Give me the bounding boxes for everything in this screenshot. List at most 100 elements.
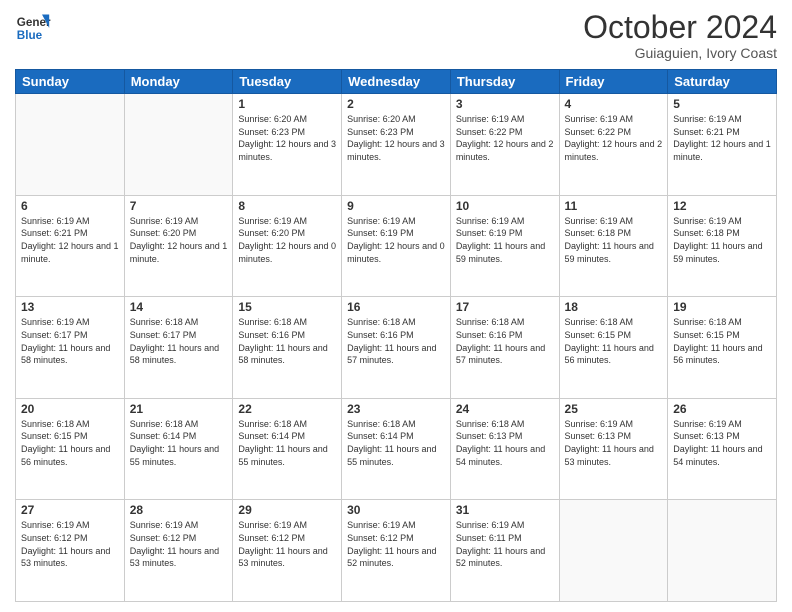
day-number: 1 [238,97,336,111]
day-info: Sunrise: 6:19 AM Sunset: 6:13 PM Dayligh… [673,418,771,468]
day-info: Sunrise: 6:19 AM Sunset: 6:17 PM Dayligh… [21,316,119,366]
day-number: 24 [456,402,554,416]
calendar-week-4: 20Sunrise: 6:18 AM Sunset: 6:15 PM Dayli… [16,398,777,500]
day-info: Sunrise: 6:19 AM Sunset: 6:22 PM Dayligh… [456,113,554,163]
day-info: Sunrise: 6:18 AM Sunset: 6:13 PM Dayligh… [456,418,554,468]
calendar-cell: 30Sunrise: 6:19 AM Sunset: 6:12 PM Dayli… [342,500,451,602]
day-number: 7 [130,199,228,213]
day-number: 8 [238,199,336,213]
day-number: 12 [673,199,771,213]
day-number: 22 [238,402,336,416]
calendar-cell: 21 Sunrise: 6:18 AM Sunset: 6:14 PM Dayli… [124,398,233,500]
calendar-cell: 22Sunrise: 6:18 AM Sunset: 6:14 PM Dayli… [233,398,342,500]
title-area: October 2024 Guiaguien, Ivory Coast [583,10,777,61]
col-wednesday: Wednesday [342,70,451,94]
day-number: 31 [456,503,554,517]
header-row: Sunday Monday Tuesday Wednesday Thursday… [16,70,777,94]
day-number: 4 [565,97,663,111]
day-number: 3 [456,97,554,111]
calendar-week-2: 6 Sunrise: 6:19 AM Sunset: 6:21 PM Daylig… [16,195,777,297]
day-number: 29 [238,503,336,517]
day-number: 16 [347,300,445,314]
day-number: 9 [347,199,445,213]
calendar-cell: 18 Sunrise: 6:18 AM Sunset: 6:15 PM Dayli… [559,297,668,399]
calendar-cell: 23 Sunrise: 6:18 AM Sunset: 6:14 PM Dayli… [342,398,451,500]
logo-icon: General Blue [15,10,51,46]
day-number: 13 [21,300,119,314]
calendar-cell: 2 Sunrise: 6:20 AM Sunset: 6:23 PM Daylig… [342,94,451,196]
day-number: 14 [130,300,228,314]
day-info: Sunrise: 6:19 AM Sunset: 6:18 PM Dayligh… [673,215,771,265]
calendar-cell: 31 Sunrise: 6:19 AM Sunset: 6:11 PM Dayli… [450,500,559,602]
calendar-cell: 19Sunrise: 6:18 AM Sunset: 6:15 PM Dayli… [668,297,777,399]
calendar-cell: 16 Sunrise: 6:18 AM Sunset: 6:16 PM Dayli… [342,297,451,399]
day-info: Sunrise: 6:19 AM Sunset: 6:20 PM Dayligh… [130,215,228,265]
svg-text:Blue: Blue [17,29,43,42]
logo: General Blue [15,10,51,46]
calendar-cell: 20Sunrise: 6:18 AM Sunset: 6:15 PM Dayli… [16,398,125,500]
day-info: Sunrise: 6:18 AM Sunset: 6:14 PM Dayligh… [130,418,228,468]
col-tuesday: Tuesday [233,70,342,94]
day-info: Sunrise: 6:18 AM Sunset: 6:15 PM Dayligh… [565,316,663,366]
day-number: 23 [347,402,445,416]
day-number: 25 [565,402,663,416]
month-title: October 2024 [583,10,777,45]
day-number: 5 [673,97,771,111]
day-info: Sunrise: 6:18 AM Sunset: 6:14 PM Dayligh… [347,418,445,468]
day-info: Sunrise: 6:19 AM Sunset: 6:21 PM Dayligh… [673,113,771,163]
calendar-week-3: 13 Sunrise: 6:19 AM Sunset: 6:17 PM Dayli… [16,297,777,399]
day-info: Sunrise: 6:20 AM Sunset: 6:23 PM Dayligh… [238,113,336,163]
day-number: 21 [130,402,228,416]
day-info: Sunrise: 6:18 AM Sunset: 6:16 PM Dayligh… [456,316,554,366]
day-number: 30 [347,503,445,517]
header: General Blue October 2024 Guiaguien, Ivo… [15,10,777,61]
calendar-cell: 9 Sunrise: 6:19 AM Sunset: 6:19 PM Daylig… [342,195,451,297]
day-info: Sunrise: 6:19 AM Sunset: 6:22 PM Dayligh… [565,113,663,163]
calendar-cell: 24 Sunrise: 6:18 AM Sunset: 6:13 PM Dayli… [450,398,559,500]
day-number: 15 [238,300,336,314]
day-info: Sunrise: 6:19 AM Sunset: 6:19 PM Dayligh… [347,215,445,265]
calendar-cell: 27Sunrise: 6:19 AM Sunset: 6:12 PM Dayli… [16,500,125,602]
calendar-cell: 5 Sunrise: 6:19 AM Sunset: 6:21 PM Daylig… [668,94,777,196]
day-number: 2 [347,97,445,111]
calendar-week-1: 1 Sunrise: 6:20 AM Sunset: 6:23 PM Daylig… [16,94,777,196]
day-number: 17 [456,300,554,314]
calendar-cell: 13 Sunrise: 6:19 AM Sunset: 6:17 PM Dayli… [16,297,125,399]
subtitle: Guiaguien, Ivory Coast [583,45,777,61]
calendar-cell: 29 Sunrise: 6:19 AM Sunset: 6:12 PM Dayli… [233,500,342,602]
day-number: 19 [673,300,771,314]
day-info: Sunrise: 6:19 AM Sunset: 6:12 PM Dayligh… [130,519,228,569]
day-info: Sunrise: 6:19 AM Sunset: 6:19 PM Dayligh… [456,215,554,265]
calendar-cell [16,94,125,196]
calendar-cell: 7 Sunrise: 6:19 AM Sunset: 6:20 PM Daylig… [124,195,233,297]
col-thursday: Thursday [450,70,559,94]
calendar-cell: 1 Sunrise: 6:20 AM Sunset: 6:23 PM Daylig… [233,94,342,196]
day-info: Sunrise: 6:19 AM Sunset: 6:18 PM Dayligh… [565,215,663,265]
day-info: Sunrise: 6:19 AM Sunset: 6:21 PM Dayligh… [21,215,119,265]
calendar-cell: 14 Sunrise: 6:18 AM Sunset: 6:17 PM Dayli… [124,297,233,399]
day-number: 6 [21,199,119,213]
day-number: 28 [130,503,228,517]
day-info: Sunrise: 6:19 AM Sunset: 6:13 PM Dayligh… [565,418,663,468]
calendar-cell: 25 Sunrise: 6:19 AM Sunset: 6:13 PM Dayli… [559,398,668,500]
calendar-cell: 3 Sunrise: 6:19 AM Sunset: 6:22 PM Daylig… [450,94,559,196]
calendar-cell: 15 Sunrise: 6:18 AM Sunset: 6:16 PM Dayli… [233,297,342,399]
col-saturday: Saturday [668,70,777,94]
day-number: 27 [21,503,119,517]
calendar-cell: 6 Sunrise: 6:19 AM Sunset: 6:21 PM Daylig… [16,195,125,297]
day-number: 10 [456,199,554,213]
day-info: Sunrise: 6:18 AM Sunset: 6:17 PM Dayligh… [130,316,228,366]
calendar-cell: 11Sunrise: 6:19 AM Sunset: 6:18 PM Dayli… [559,195,668,297]
day-info: Sunrise: 6:18 AM Sunset: 6:16 PM Dayligh… [238,316,336,366]
day-info: Sunrise: 6:20 AM Sunset: 6:23 PM Dayligh… [347,113,445,163]
page: General Blue October 2024 Guiaguien, Ivo… [0,0,792,612]
day-info: Sunrise: 6:19 AM Sunset: 6:12 PM Dayligh… [238,519,336,569]
day-number: 26 [673,402,771,416]
day-info: Sunrise: 6:18 AM Sunset: 6:16 PM Dayligh… [347,316,445,366]
calendar-cell: 26 Sunrise: 6:19 AM Sunset: 6:13 PM Dayli… [668,398,777,500]
calendar-cell [668,500,777,602]
calendar-cell: 28 Sunrise: 6:19 AM Sunset: 6:12 PM Dayli… [124,500,233,602]
day-info: Sunrise: 6:19 AM Sunset: 6:11 PM Dayligh… [456,519,554,569]
calendar-cell [559,500,668,602]
day-number: 18 [565,300,663,314]
